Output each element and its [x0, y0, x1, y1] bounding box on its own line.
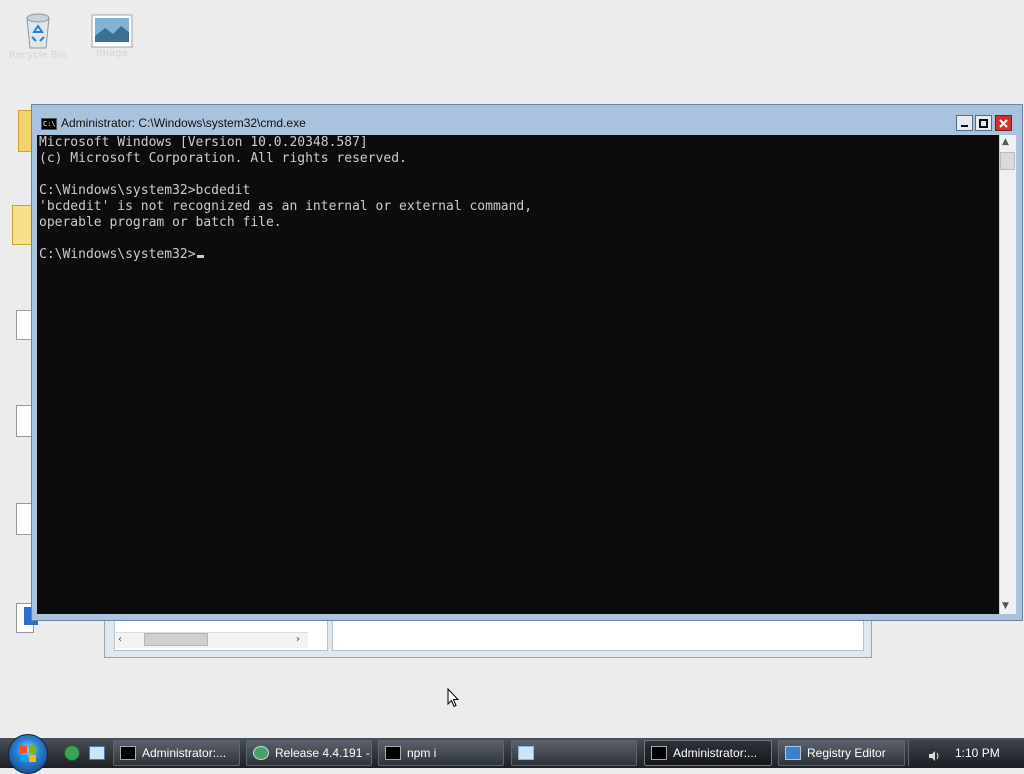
start-button[interactable]: [8, 734, 48, 774]
text-cursor: [196, 255, 204, 258]
maximize-icon: [979, 118, 988, 128]
desktop-icon-recycle-bin[interactable]: Recycle Bin: [8, 10, 68, 62]
taskbar-button-window[interactable]: [511, 740, 637, 766]
cmd-icon: [120, 746, 136, 760]
close-icon: [999, 118, 1008, 128]
scroll-left-icon[interactable]: ‹: [118, 634, 122, 645]
scroll-up-icon[interactable]: ▲: [1002, 137, 1009, 147]
console-line: operable program or batch file.: [39, 215, 282, 230]
content-pane[interactable]: [332, 616, 864, 651]
desktop-icon-label: Image: [96, 48, 128, 59]
scroll-right-icon[interactable]: ›: [296, 634, 300, 645]
mouse-cursor-icon: [447, 687, 460, 712]
volume-icon[interactable]: [928, 747, 942, 766]
desktop-icon-label: Recycle Bin: [9, 50, 67, 61]
taskbar-button-cmd-1[interactable]: Administrator:...: [113, 740, 240, 766]
windows-logo-icon: [20, 746, 36, 762]
globe-icon: [253, 746, 269, 760]
console-line: C:\Windows\system32>bcdedit: [39, 183, 251, 198]
command-prompt: C:\Windows\system32>: [39, 247, 196, 262]
cmd-app-icon: C:\: [41, 118, 57, 130]
scrollbar-thumb[interactable]: [1000, 152, 1015, 170]
minimize-button[interactable]: [956, 115, 973, 131]
taskbar-button-release[interactable]: Release 4.4.191 -...: [246, 740, 372, 766]
vertical-scrollbar[interactable]: [999, 135, 1016, 614]
desktop-icon-image[interactable]: Image: [82, 14, 142, 60]
cmd-icon: [651, 746, 667, 760]
taskbar-button-registry-editor[interactable]: Registry Editor: [778, 740, 905, 766]
registry-icon: [785, 746, 801, 760]
quicklaunch-browser-icon[interactable]: [64, 745, 80, 761]
window-icon: [518, 746, 534, 760]
taskbar-button-label: Release 4.4.191 -...: [275, 746, 372, 760]
taskbar-button-label: Registry Editor: [807, 746, 886, 760]
recycle-bin-icon: [21, 10, 55, 50]
taskbar-button-label: Administrator:...: [142, 746, 227, 760]
scroll-down-icon[interactable]: ▼: [1002, 601, 1009, 611]
taskbar-clock[interactable]: 1:10 PM: [955, 746, 1000, 760]
cmd-icon: [385, 746, 401, 760]
image-icon: [91, 14, 133, 48]
scrollbar-thumb[interactable]: [144, 633, 208, 646]
console-line: (c) Microsoft Corporation. All rights re…: [39, 151, 407, 166]
taskbar-button-label: Administrator:...: [673, 746, 758, 760]
console-line: Microsoft Windows [Version 10.0.20348.58…: [39, 135, 368, 150]
minimize-icon: [961, 124, 968, 127]
window-title: Administrator: C:\Windows\system32\cmd.e…: [61, 116, 306, 130]
close-button[interactable]: [995, 115, 1012, 131]
taskbar-button-cmd-active[interactable]: Administrator:...: [644, 740, 772, 766]
console-output[interactable]: Microsoft Windows [Version 10.0.20348.58…: [37, 135, 999, 614]
taskbar-button-npm[interactable]: npm i: [378, 740, 504, 766]
taskbar-button-label: npm i: [407, 746, 437, 760]
console-line: 'bcdedit' is not recognized as an intern…: [39, 199, 533, 214]
quicklaunch-desktop-icon[interactable]: [89, 746, 105, 760]
maximize-button[interactable]: [975, 115, 992, 131]
